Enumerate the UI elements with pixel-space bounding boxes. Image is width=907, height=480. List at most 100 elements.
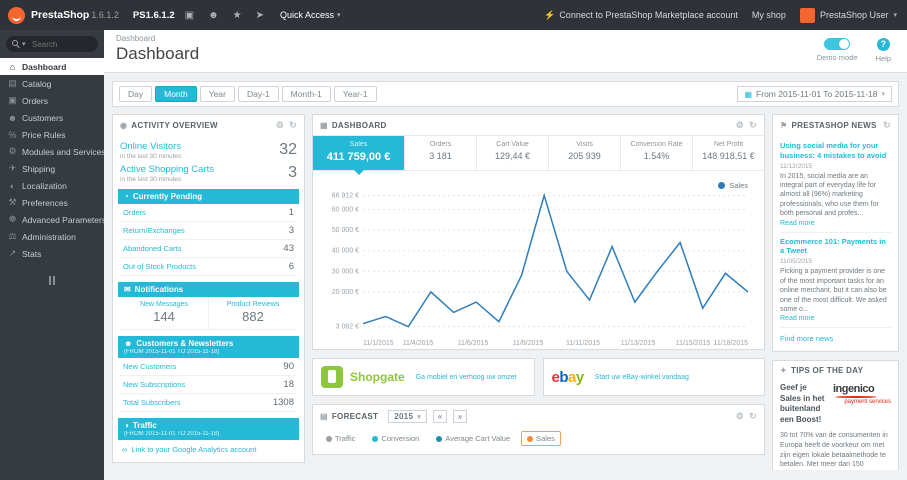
filter-year-1-button[interactable]: Year-1 bbox=[333, 86, 377, 102]
filter-month-button[interactable]: Month bbox=[155, 86, 197, 102]
ebay-module-box[interactable]: ebay Start uw eBay-winkel vandaag bbox=[542, 358, 765, 396]
sidebar-item-dashboard[interactable]: ⌂ Dashboard bbox=[0, 58, 104, 75]
forecast-prev-button[interactable]: « bbox=[433, 410, 448, 423]
sidebar-collapse-icon[interactable] bbox=[44, 276, 60, 285]
pending-orders-link[interactable]: Orders bbox=[123, 208, 146, 217]
active-carts-link[interactable]: Active Shopping Carts bbox=[120, 164, 214, 175]
kpi-conversion-rate[interactable]: Conversion Rate 1.54% bbox=[621, 136, 694, 170]
filter-month-1-button[interactable]: Month-1 bbox=[281, 86, 331, 102]
clock-icon: ◔ bbox=[124, 192, 129, 201]
sidebar-item-localization[interactable]: ◐ Localization bbox=[0, 177, 104, 194]
ebay-link[interactable]: Start uw eBay-winkel vandaag bbox=[595, 374, 689, 381]
demo-mode-control: Demo mode bbox=[817, 38, 858, 63]
news-article: Using social media for your business: 4 … bbox=[780, 137, 891, 233]
user-menu[interactable]: PrestaShop User ▾ bbox=[799, 7, 897, 23]
forecast-chip-conversion[interactable]: Conversion bbox=[366, 431, 425, 446]
kpi-visits[interactable]: Visits 205 939 bbox=[549, 136, 622, 170]
filter-day-button[interactable]: Day bbox=[119, 86, 153, 102]
svg-text:11/15/2015: 11/15/2015 bbox=[676, 340, 711, 347]
globe-icon: ◑ bbox=[124, 421, 129, 430]
rocket-icon[interactable]: ➤ bbox=[252, 10, 268, 21]
online-visitors-link[interactable]: Online Visitors bbox=[120, 141, 181, 152]
notifications-section-header: ✉ Notifications bbox=[118, 282, 299, 297]
my-shop-link[interactable]: My shop bbox=[752, 10, 786, 20]
person-icon[interactable]: ☻ bbox=[204, 10, 223, 21]
localization-icon: ◐ bbox=[9, 180, 16, 191]
new-messages-cell[interactable]: New Messages 144 bbox=[120, 297, 208, 329]
cart-icon[interactable]: ▣ bbox=[181, 10, 198, 21]
forecast-panel: ▤ FORECAST 2015 ▾ « » ⚙ ↻ Traffic Conver… bbox=[312, 404, 765, 455]
page-title: Dashboard bbox=[116, 44, 200, 63]
ingenico-logo: ingenico payment services bbox=[833, 383, 891, 406]
kpi-sales[interactable]: Sales 411 759,00 € bbox=[313, 136, 406, 175]
sidebar-item-catalog[interactable]: ▤ Catalog bbox=[0, 75, 104, 92]
date-range-picker[interactable]: ▦ From 2015-11-01 To 2015-11-18 ▾ bbox=[737, 86, 892, 102]
shop-name-link[interactable]: PS1.6.1.2 bbox=[133, 10, 175, 21]
sidebar-item-advanced-parameters[interactable]: ☸ Advanced Parameters bbox=[0, 211, 104, 228]
breadcrumb[interactable]: Dashboard bbox=[116, 34, 895, 43]
kpi-net-profit[interactable]: Net Profit 148 918,51 € bbox=[693, 136, 764, 170]
filter-day-1-button[interactable]: Day-1 bbox=[237, 86, 279, 102]
article-title-link[interactable]: Ecommerce 101: Payments in a Tweet bbox=[780, 237, 891, 257]
out-of-stock-row: Out of Stock Products 6 bbox=[120, 258, 297, 276]
forecast-chip-sales[interactable]: Sales bbox=[521, 431, 561, 446]
refresh-icon[interactable]: ↻ bbox=[749, 120, 757, 131]
tips-of-the-day-panel: ✦ TIPS OF THE DAY Geef je Sales in het b… bbox=[772, 360, 899, 470]
help-icon[interactable]: ? bbox=[876, 38, 890, 51]
gear-icon[interactable]: ⚙ bbox=[736, 411, 744, 422]
sidebar-search: ▾ bbox=[6, 36, 98, 52]
new-subscriptions-link[interactable]: New Subscriptions bbox=[123, 380, 185, 389]
google-analytics-link[interactable]: ∞ Link to your Google Analytics account bbox=[120, 440, 297, 456]
search-scope-caret-icon[interactable]: ▾ bbox=[22, 40, 26, 48]
envelope-icon: ✉ bbox=[124, 285, 131, 294]
abandoned-carts-link[interactable]: Abandoned Carts bbox=[123, 244, 181, 253]
calendar-icon: ▦ bbox=[744, 89, 753, 99]
new-customers-link[interactable]: New Customers bbox=[123, 362, 176, 371]
panel-title: TIPS OF THE DAY bbox=[791, 366, 864, 376]
kpi-cart-value[interactable]: Cart Value 129,44 € bbox=[477, 136, 550, 170]
filter-year-button[interactable]: Year bbox=[199, 86, 235, 102]
forecast-chip-average-cart-value[interactable]: Average Cart Value bbox=[430, 431, 516, 446]
sidebar-item-preferences[interactable]: ⚒ Preferences bbox=[0, 194, 104, 211]
refresh-icon[interactable]: ↻ bbox=[289, 120, 297, 131]
legend-dot bbox=[718, 182, 726, 189]
sidebar-item-price-rules[interactable]: % Price Rules bbox=[0, 126, 104, 143]
read-more-link[interactable]: Read more bbox=[780, 315, 891, 322]
demo-mode-toggle[interactable] bbox=[824, 38, 851, 50]
sidebar-item-stats[interactable]: ↗ Stats bbox=[0, 245, 104, 262]
sidebar-item-shipping[interactable]: ✈ Shipping bbox=[0, 160, 104, 177]
catalog-icon: ▤ bbox=[8, 78, 17, 88]
quick-access-menu[interactable]: Quick Access ▾ bbox=[280, 10, 341, 20]
find-more-news-link[interactable]: Find more news bbox=[780, 328, 891, 347]
refresh-icon[interactable]: ↻ bbox=[883, 120, 891, 131]
shipping-icon: ✈ bbox=[8, 163, 17, 173]
article-date: 11/05/2015 bbox=[780, 258, 813, 266]
forecast-chip-traffic[interactable]: Traffic bbox=[320, 431, 361, 446]
gear-icon[interactable]: ⚙ bbox=[276, 120, 284, 131]
search-input[interactable] bbox=[6, 36, 98, 52]
kpi-orders[interactable]: Orders 3 181 bbox=[405, 136, 478, 170]
forecast-year-select[interactable]: 2015 ▾ bbox=[388, 410, 428, 423]
sidebar-item-orders[interactable]: ▣ Orders bbox=[0, 92, 104, 109]
star-icon[interactable]: ★ bbox=[229, 10, 246, 21]
pending-orders-row: Orders 1 bbox=[120, 204, 297, 222]
article-title-link[interactable]: Using social media for your business: 4 … bbox=[780, 141, 891, 161]
forecast-next-button[interactable]: » bbox=[453, 410, 468, 423]
read-more-link[interactable]: Read more bbox=[780, 220, 891, 227]
svg-text:20 000 €: 20 000 € bbox=[332, 289, 359, 296]
topbar: PrestaShop 1.6.1.2 PS1.6.1.2 ▣ ☻ ★ ➤ Quic… bbox=[0, 0, 907, 30]
shopgate-link[interactable]: Ga mobiel en verhoog uw omzet bbox=[416, 374, 517, 381]
sidebar-item-modules[interactable]: ⚙ Modules and Services bbox=[0, 143, 104, 160]
out-of-stock-link[interactable]: Out of Stock Products bbox=[123, 262, 196, 271]
chart-legend: Sales bbox=[718, 181, 748, 190]
refresh-icon[interactable]: ↻ bbox=[749, 411, 757, 422]
shopgate-module-box[interactable]: Shopgate Ga mobiel en verhoog uw omzet bbox=[312, 358, 535, 396]
sidebar-item-customers[interactable]: ☻ Customers bbox=[0, 109, 104, 126]
product-reviews-cell[interactable]: Product Reviews 882 bbox=[208, 297, 297, 329]
sales-line-chart: 66 912 € 60 000 € 50 000 € 40 000 € 30 000 €… bbox=[332, 192, 749, 347]
marketplace-connect-link[interactable]: ⚡ Connect to PrestaShop Marketplace accou… bbox=[544, 10, 738, 21]
total-subscribers-link[interactable]: Total Subscribers bbox=[123, 398, 181, 407]
pending-returns-link[interactable]: Return/Exchanges bbox=[123, 226, 185, 235]
gear-icon[interactable]: ⚙ bbox=[736, 120, 744, 131]
sidebar-item-administration[interactable]: ⚖ Administration bbox=[0, 228, 104, 245]
